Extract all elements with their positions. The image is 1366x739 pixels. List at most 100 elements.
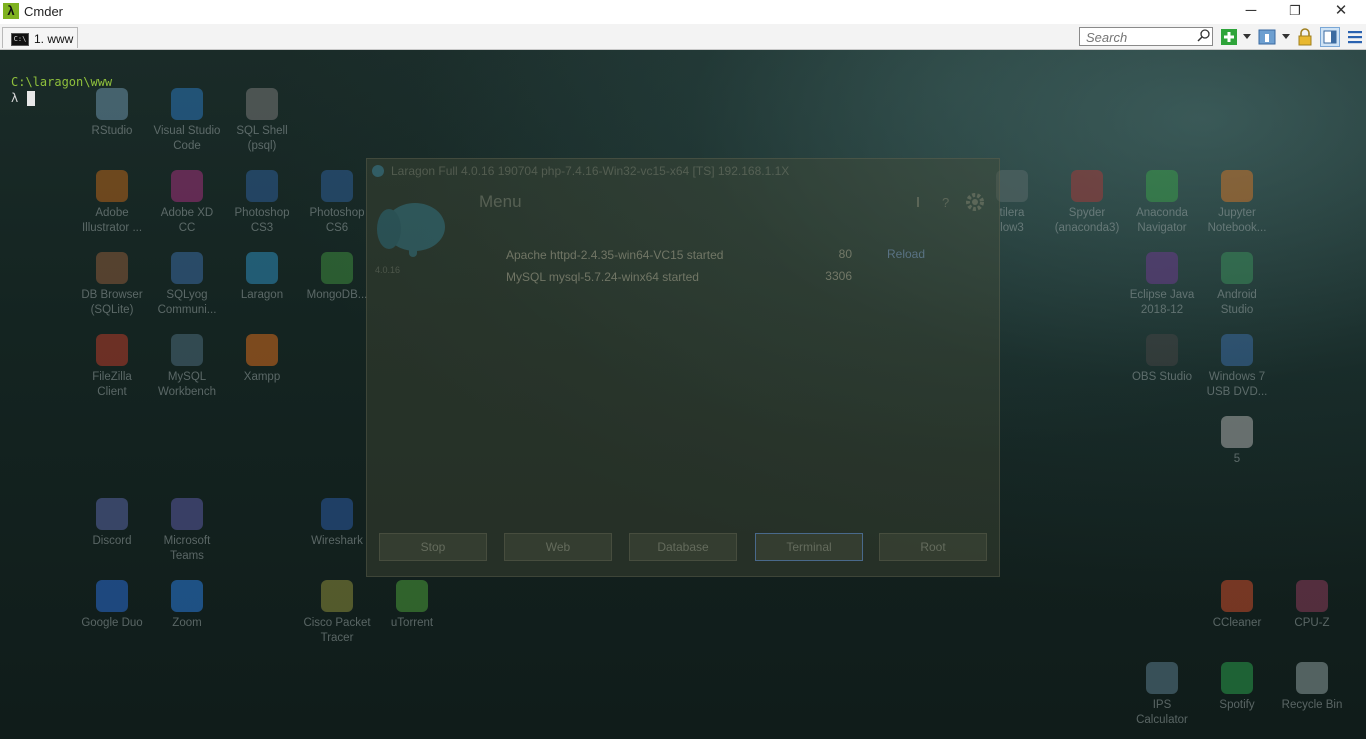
desktop-icon-image [1221,170,1253,202]
desktop-icon-image [1296,662,1328,694]
desktop-icon: uTorrent [372,580,452,660]
desktop-icon-label: CCleaner [1212,617,1262,629]
desktop-icon-image [246,88,278,120]
desktop-icon: Spotify [1197,662,1277,739]
desktop-icon-label: Anaconda Navigator [1136,207,1188,234]
new-console-dropdown-icon[interactable] [1243,34,1251,39]
desktop-icon-image [171,88,203,120]
desktop-icon: Visual Studio Code [147,88,227,168]
desktop-icon-label: 5 [1233,453,1241,465]
info-icon [917,197,919,207]
laragon-title: Laragon Full 4.0.16 190704 php-7.4.16-Wi… [391,164,790,178]
desktop-icon-label: MongoDB... [306,289,368,301]
laragon-app-icon [372,165,384,177]
desktop-icon-label: Adobe XD CC [160,207,214,234]
desktop-icon-image [1221,416,1253,448]
desktop-icon: RStudio [72,88,152,168]
console-area[interactable]: RStudio Visual Studio Code SQL Shell (psql) A… [0,50,1366,739]
desktop-icon-image [1146,170,1178,202]
help-icon: ? [942,195,949,209]
desktop-icon-image [171,252,203,284]
restore-button[interactable]: ❐ [1272,0,1318,24]
desktop-icon-image [96,170,128,202]
service-apache: Apache httpd-2.4.35-win64-VC15 started [506,248,724,262]
desktop-icon-image [1146,252,1178,284]
service-mysql: MySQL mysql-5.7.24-winx64 started [506,270,699,284]
desktop-icon-image [321,498,353,530]
desktop-icon-label: SQL Shell (psql) [236,125,288,152]
desktop-icon: IPS Calculator [1122,662,1202,739]
hamburger-menu-icon[interactable] [1346,28,1364,46]
desktop-icon-image [1146,334,1178,366]
desktop-icon: Anaconda Navigator [1122,170,1202,250]
desktop-icon: MySQL Workbench [147,334,227,414]
desktop-icon: Spyder (anaconda3) [1047,170,1127,250]
desktop-icon: Photoshop CS3 [222,170,302,250]
split-view-icon[interactable] [1320,27,1340,47]
desktop-icon-label: Jupyter Notebook... [1207,207,1267,234]
close-button[interactable]: ✕ [1318,0,1364,24]
tabs-list-icon[interactable] [1258,28,1276,46]
desktop-icon-image [96,88,128,120]
desktop-icon-label: Microsoft Teams [163,535,211,562]
window-title: Cmder [24,4,64,19]
desktop-icon-image [1221,580,1253,612]
tab-www[interactable]: C:\ 1. www [2,27,78,48]
desktop-icon-image [96,580,128,612]
new-console-icon[interactable] [1220,28,1238,46]
desktop-icon-image [96,334,128,366]
desktop-icon-label: Google Duo [81,617,143,629]
desktop-icon: MongoDB... [297,252,377,332]
desktop-icon-label: Spyder (anaconda3) [1054,207,1120,234]
desktop-icon-image [321,252,353,284]
service-apache-port: 80 [838,247,852,261]
root-button: Root [879,533,987,561]
desktop-icon: Cisco Packet Tracer [297,580,377,660]
desktop-icon: Wireshark [297,498,377,578]
desktop-icon-label: Laragon [240,289,284,301]
desktop-icon-image [96,498,128,530]
desktop-icon: Jupyter Notebook... [1197,170,1277,250]
desktop-icon-label: Recycle Bin [1281,699,1343,711]
desktop-icon-image [321,170,353,202]
desktop-icon-image [1071,170,1103,202]
desktop-icon: CPU-Z [1272,580,1352,660]
desktop-icon-image [96,252,128,284]
stop-button: Stop [379,533,487,561]
desktop-icon: Zoom [147,580,227,660]
desktop-icon-image [996,170,1028,202]
desktop-icon-label: Adobe Illustrator ... [81,207,143,234]
console-path: C:\laragon\www [11,75,113,89]
desktop-icon-image [1146,662,1178,694]
service-mysql-port: 3306 [825,269,852,283]
laragon-version: 4.0.16 [375,265,401,275]
console-cursor [27,91,35,106]
search-icon[interactable] [1196,28,1212,44]
cmder-lambda-icon[interactable]: λ [3,3,19,19]
tabs-dropdown-icon[interactable] [1282,34,1290,39]
desktop-icon: Android Studio [1197,252,1277,332]
desktop-icon: SQLyog Communi... [147,252,227,332]
desktop-icon-label: Cisco Packet Tracer [303,617,371,644]
console-prompt: λ [11,91,19,105]
terminal-button: Terminal [755,533,863,561]
lock-icon[interactable] [1296,28,1314,46]
desktop-icon: DB Browser (SQLite) [72,252,152,332]
desktop-icon-label: SQLyog Communi... [157,289,217,316]
title-bar: λ Cmder ─ ❐ ✕ [0,0,1366,24]
desktop-icon: OBS Studio [1122,334,1202,414]
desktop-icon-image [1296,580,1328,612]
desktop-icon: CCleaner [1197,580,1277,660]
desktop-icon-label: Windows 7 USB DVD... [1206,371,1268,398]
search-input[interactable] [1079,27,1213,46]
desktop-icon-image [246,170,278,202]
console-icon: C:\ [11,33,29,46]
desktop-icon-label: Eclipse Java 2018-12 [1129,289,1195,316]
desktop-icon-label: Zoom [172,617,202,629]
desktop-icon-image [171,170,203,202]
minimize-button[interactable]: ─ [1228,0,1274,24]
desktop-icon: Eclipse Java 2018-12 [1122,252,1202,332]
desktop-icon-label: Visual Studio Code [153,125,221,152]
desktop-icon-label: Xampp [243,371,281,383]
desktop-icon: Windows 7 USB DVD... [1197,334,1277,414]
